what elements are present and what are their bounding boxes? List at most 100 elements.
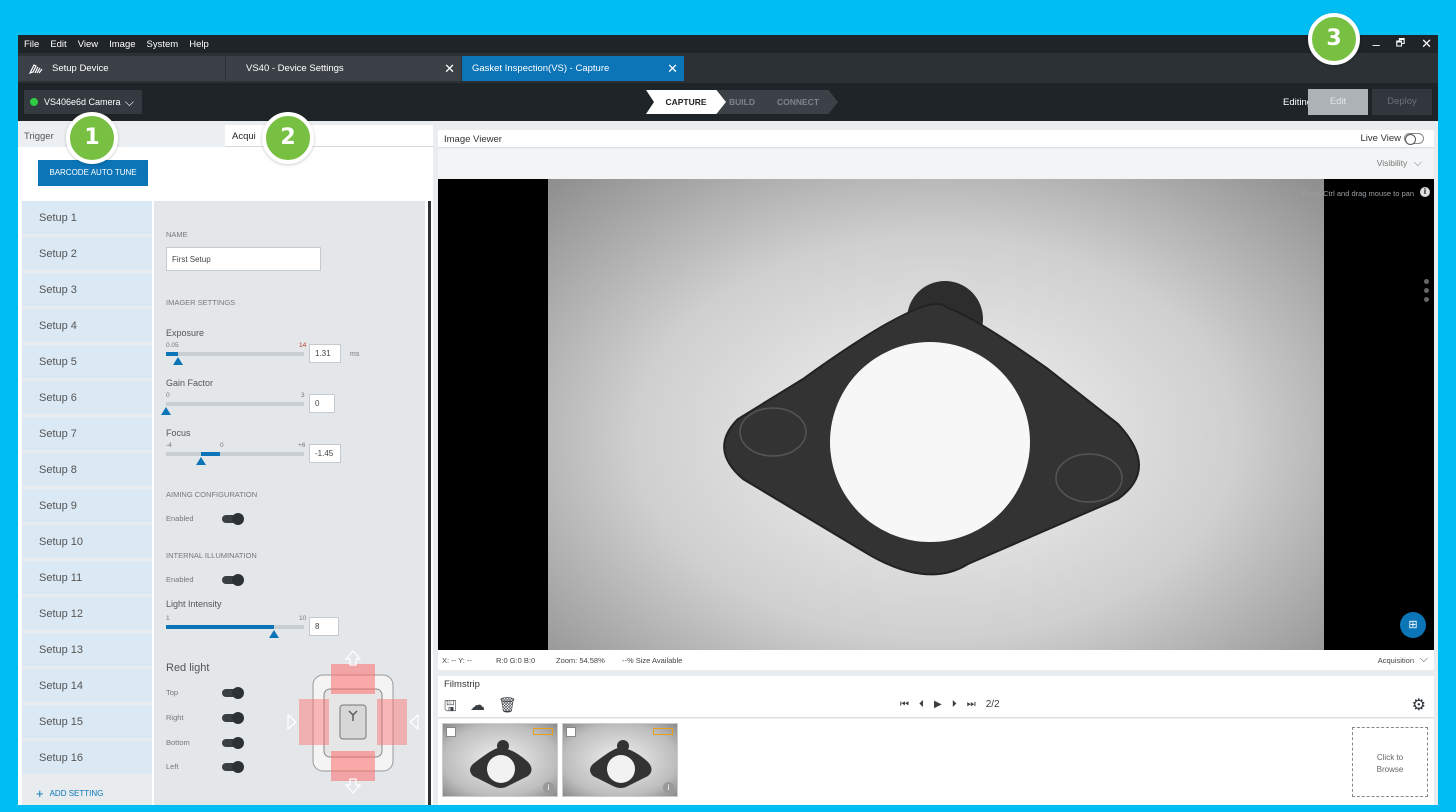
red-light-left-label: Left	[166, 762, 179, 771]
scanner-icon	[28, 63, 43, 74]
thumbnail-tag	[533, 728, 553, 735]
click-to-browse[interactable]: Click to Browse	[1352, 727, 1428, 797]
camera-selector[interactable]: VS406e6d Camera ⌵	[24, 90, 142, 114]
thumbnail-checkbox[interactable]	[566, 727, 576, 737]
step-capture[interactable]: CAPTURE	[646, 90, 726, 114]
callout-3: 3	[1308, 13, 1360, 65]
setup-item[interactable]: Setup 8	[22, 453, 152, 486]
close-icon[interactable]: ✕	[444, 61, 455, 77]
minimize-icon[interactable]: –	[1372, 37, 1379, 52]
setup-item[interactable]: Setup 3	[22, 273, 152, 306]
menu-file[interactable]: File	[24, 39, 39, 50]
menu-help[interactable]: Help	[189, 39, 209, 50]
gain-slider-track[interactable]	[166, 402, 304, 406]
illumination-enabled-label: Enabled	[166, 575, 194, 584]
red-light-right-toggle[interactable]	[222, 712, 244, 724]
dot	[1424, 279, 1429, 284]
light-intensity-value-field[interactable]: 8	[309, 617, 339, 636]
close-icon[interactable]: ✕	[667, 61, 678, 77]
deploy-button[interactable]: Deploy	[1372, 89, 1432, 115]
edit-button[interactable]: Edit	[1308, 89, 1368, 115]
tab-capture-label: Gasket Inspection(VS) - Capture	[472, 63, 610, 74]
setup-item[interactable]: Setup 6	[22, 381, 152, 414]
filmstrip-thumbnail[interactable]: i	[562, 723, 678, 797]
aiming-enabled-toggle[interactable]	[222, 513, 244, 525]
setup-item[interactable]: Setup 13	[22, 633, 152, 666]
info-icon[interactable]: i	[543, 782, 554, 793]
gear-icon[interactable]: ⚙	[1412, 695, 1426, 715]
gain-slider-handle[interactable]	[161, 407, 171, 415]
camera-name: VS406e6d Camera	[44, 97, 121, 107]
focus-slider-track[interactable]	[166, 452, 304, 456]
internal-illumination-heading: INTERNAL ILLUMINATION	[166, 551, 257, 560]
info-icon[interactable]: i	[663, 782, 674, 793]
setup-item[interactable]: Setup 9	[22, 489, 152, 522]
live-view-toggle-group: Live View	[1360, 133, 1424, 145]
upload-cloud-icon[interactable]: ☁	[470, 696, 485, 714]
visibility-dropdown[interactable]: Visibility ⌵	[1377, 157, 1422, 170]
next-frame-icon[interactable]: ⏵	[952, 699, 957, 710]
tab-capture[interactable]: Gasket Inspection(VS) - Capture ✕	[462, 56, 684, 81]
thumbnail-checkbox[interactable]	[446, 727, 456, 737]
tab-device-settings[interactable]: VS40 - Device Settings ✕	[226, 56, 461, 81]
setup-item[interactable]: Setup 7	[22, 417, 152, 450]
previous-frame-icon[interactable]: ⏴	[919, 699, 924, 710]
setup-item[interactable]: Setup 14	[22, 669, 152, 702]
exposure-slider-handle[interactable]	[173, 357, 184, 365]
exposure-value-field[interactable]: 1.31	[309, 344, 341, 363]
save-icon[interactable]: 🖫	[444, 696, 457, 721]
tab-triggers[interactable]: Trigger	[24, 131, 54, 142]
light-intensity-max: 10	[299, 615, 307, 622]
setup-item[interactable]: Setup 1	[22, 201, 152, 234]
first-frame-icon[interactable]: ⏮	[900, 699, 909, 710]
tab-setup-device[interactable]: Setup Device	[18, 56, 225, 81]
menu-system[interactable]: System	[147, 39, 179, 50]
exposure-slider-track[interactable]	[166, 352, 304, 356]
red-light-bottom-toggle[interactable]	[222, 737, 244, 749]
red-light-right-label: Right	[166, 713, 184, 722]
menu-view[interactable]: View	[78, 39, 98, 50]
play-icon[interactable]: ▶	[934, 699, 942, 710]
more-options-icon[interactable]	[1424, 279, 1429, 306]
menu-edit[interactable]: Edit	[50, 39, 66, 50]
pan-hint: Press Ctrl and drag mouse to pan	[1301, 189, 1414, 198]
info-icon[interactable]: i	[1420, 187, 1430, 197]
menu-image[interactable]: Image	[109, 39, 135, 50]
gain-value-field[interactable]: 0	[309, 394, 335, 413]
restore-icon[interactable]: 🗗	[1396, 36, 1405, 53]
aiming-enabled-label: Enabled	[166, 514, 194, 523]
filmstrip-thumbnail[interactable]: i	[442, 723, 558, 797]
setup-item[interactable]: Setup 11	[22, 561, 152, 594]
last-frame-icon[interactable]: ⏭	[967, 699, 976, 710]
setup-item[interactable]: Setup 2	[22, 237, 152, 270]
acquisition-dropdown[interactable]: Acquisition	[1378, 656, 1414, 665]
tab-acquisition[interactable]: Acqui	[232, 131, 256, 142]
focus-value-field[interactable]: -1.45	[309, 444, 341, 463]
exposure-unit: ms	[350, 351, 360, 358]
settings-scrollbar[interactable]	[428, 201, 431, 805]
menu-bar: File Edit View Image System Help – 🗗 ✕	[18, 35, 1438, 53]
illumination-enabled-toggle[interactable]	[222, 574, 244, 586]
light-intensity-handle[interactable]	[268, 630, 279, 638]
visibility-row: Visibility ⌵	[438, 149, 1434, 179]
red-light-label: Red light	[166, 662, 210, 674]
close-window-icon[interactable]: ✕	[1421, 36, 1432, 52]
trash-icon[interactable]: 🗑	[498, 696, 517, 714]
live-view-toggle[interactable]	[1404, 133, 1424, 145]
setup-item[interactable]: Setup 16	[22, 741, 152, 774]
red-light-left-toggle[interactable]	[222, 761, 244, 773]
setup-item[interactable]: Setup 12	[22, 597, 152, 630]
red-light-top-toggle[interactable]	[222, 687, 244, 699]
setup-item[interactable]: Setup 5	[22, 345, 152, 378]
image-viewer-title: Image Viewer	[444, 134, 502, 145]
dot	[1424, 297, 1429, 302]
image-canvas[interactable]: Press Ctrl and drag mouse to pan i ⊞	[438, 179, 1434, 650]
setup-item[interactable]: Setup 4	[22, 309, 152, 342]
live-view-label: Live View	[1360, 133, 1402, 144]
focus-slider-handle[interactable]	[196, 457, 207, 465]
setup-item[interactable]: Setup 10	[22, 525, 152, 558]
setup-name-field[interactable]: First Setup	[166, 247, 321, 271]
add-image-button[interactable]: ⊞	[1400, 612, 1426, 638]
setup-item[interactable]: Setup 15	[22, 705, 152, 738]
add-setting-button[interactable]: + ADD SETTING	[36, 786, 103, 801]
